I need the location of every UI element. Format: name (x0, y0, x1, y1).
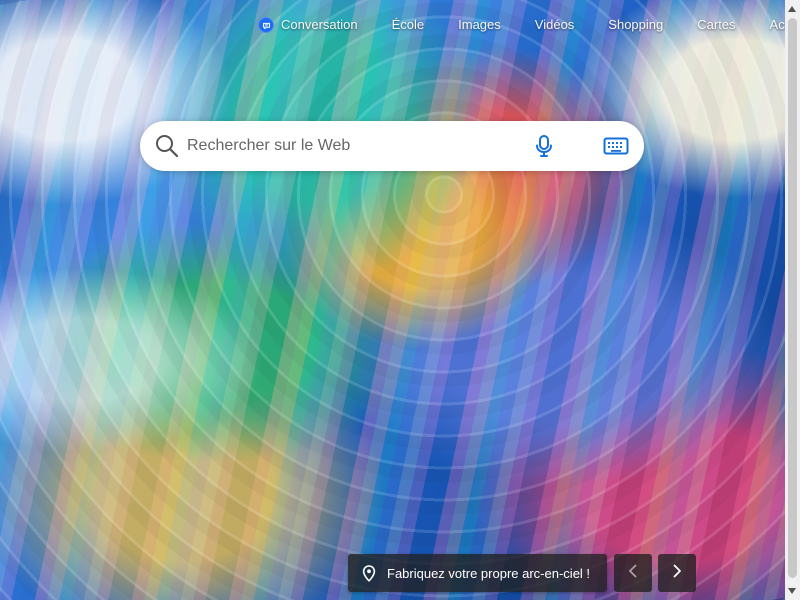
nav-item-conversation[interactable]: Conversation (258, 15, 358, 35)
scroll-up-icon[interactable] (788, 6, 796, 12)
nav-item-maps[interactable]: Cartes (697, 15, 735, 35)
search-input[interactable] (187, 132, 517, 160)
caption-text: Fabriquez votre propre arc-en-ciel ! (387, 565, 591, 581)
nav-item-images[interactable]: Images (458, 15, 501, 35)
homepage-viewport: Conversation École Images Vidéos Shoppin… (0, 0, 800, 600)
nav-item-shopping[interactable]: Shopping (608, 15, 663, 35)
chevron-right-icon (671, 563, 683, 584)
keyboard-icon[interactable] (603, 135, 629, 157)
background-image (0, 0, 800, 600)
background-caption[interactable]: Fabriquez votre propre arc-en-ciel ! (348, 554, 607, 592)
scroll-down-icon[interactable] (788, 588, 796, 594)
nav-item-more-truncated[interactable]: Ac (770, 15, 785, 35)
nav-item-videos[interactable]: Vidéos (535, 15, 575, 35)
previous-image-button[interactable] (614, 554, 652, 592)
location-icon (361, 564, 377, 582)
mic-icon[interactable] (532, 134, 556, 158)
vertical-scrollbar[interactable] (785, 0, 800, 600)
next-image-button[interactable] (658, 554, 696, 592)
top-navigation: Conversation École Images Vidéos Shoppin… (258, 14, 785, 36)
nav-item-school[interactable]: École (392, 15, 425, 35)
search-box[interactable] (140, 121, 644, 171)
chat-icon (258, 17, 274, 33)
chevron-left-icon (627, 563, 639, 584)
search-icon (154, 133, 180, 159)
nav-label-conversation: Conversation (281, 17, 358, 32)
scroll-thumb[interactable] (788, 18, 797, 578)
